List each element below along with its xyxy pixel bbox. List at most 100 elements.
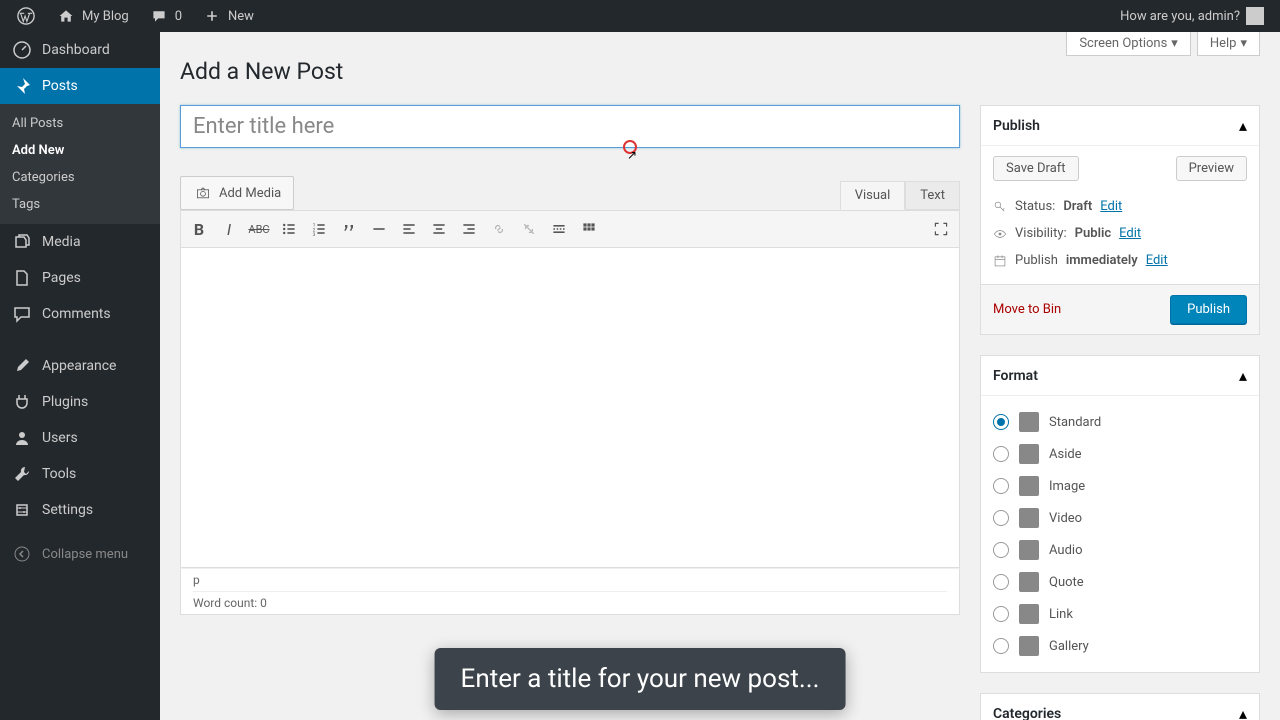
sidebar-sub-add-new[interactable]: Add New xyxy=(0,137,160,164)
tab-text[interactable]: Text xyxy=(905,181,960,210)
plug-icon xyxy=(12,392,32,412)
radio-icon xyxy=(993,510,1009,526)
sidebar-item-appearance[interactable]: Appearance xyxy=(0,348,160,384)
format-option-quote[interactable]: Quote xyxy=(993,566,1247,598)
gear-icon xyxy=(12,500,32,520)
format-option-audio[interactable]: Audio xyxy=(993,534,1247,566)
format-heading[interactable]: Format ▴ xyxy=(981,356,1259,396)
avatar xyxy=(1246,7,1264,25)
sidebar-item-users[interactable]: Users xyxy=(0,420,160,456)
format-option-link[interactable]: Link xyxy=(993,598,1247,630)
format-type-icon xyxy=(1019,508,1039,528)
sidebar-item-label: Plugins xyxy=(42,394,88,410)
sidebar-item-label: Posts xyxy=(42,78,78,94)
site-name: My Blog xyxy=(82,9,129,24)
align-right-button[interactable] xyxy=(455,215,483,243)
sidebar-item-posts[interactable]: Posts xyxy=(0,68,160,104)
toolbar-toggle-button[interactable] xyxy=(575,215,603,243)
sidebar-sub-categories[interactable]: Categories xyxy=(0,164,160,191)
collapse-icon xyxy=(12,544,32,564)
align-center-button[interactable] xyxy=(425,215,453,243)
editor-path: p xyxy=(193,573,947,592)
categories-metabox: Categories ▴ All Categories Most Used xyxy=(980,693,1260,720)
save-draft-button[interactable]: Save Draft xyxy=(993,156,1079,181)
edit-schedule-link[interactable]: Edit xyxy=(1146,253,1168,268)
chevron-up-icon: ▴ xyxy=(1239,704,1247,720)
eye-icon xyxy=(993,227,1007,241)
tab-visual[interactable]: Visual xyxy=(840,181,906,210)
format-type-icon xyxy=(1019,604,1039,624)
radio-icon xyxy=(993,574,1009,590)
media-icon xyxy=(12,232,32,252)
format-type-icon xyxy=(1019,636,1039,656)
new-link[interactable]: New xyxy=(194,0,262,32)
comment-icon xyxy=(149,6,169,26)
edit-visibility-link[interactable]: Edit xyxy=(1119,226,1141,241)
format-option-standard[interactable]: Standard xyxy=(993,406,1247,438)
radio-icon xyxy=(993,638,1009,654)
word-count: Word count: 0 xyxy=(193,596,947,610)
align-left-button[interactable] xyxy=(395,215,423,243)
edit-status-link[interactable]: Edit xyxy=(1100,199,1122,214)
format-option-image[interactable]: Image xyxy=(993,470,1247,502)
wp-logo[interactable] xyxy=(8,0,44,32)
format-type-icon xyxy=(1019,412,1039,432)
admin-topbar: My Blog 0 New How are you, admin? xyxy=(0,0,1280,32)
radio-icon xyxy=(993,478,1009,494)
sidebar-item-label: Media xyxy=(42,234,81,250)
sidebar-item-label: Dashboard xyxy=(42,42,110,58)
categories-heading[interactable]: Categories ▴ xyxy=(981,694,1259,720)
sidebar-sub-all-posts[interactable]: All Posts xyxy=(0,110,160,137)
radio-icon xyxy=(993,446,1009,462)
admin-sidebar: Dashboard Posts All Posts Add New Catego… xyxy=(0,32,160,720)
format-type-icon xyxy=(1019,444,1039,464)
main-content: Screen Options ▾ Help ▾ Add a New Post A… xyxy=(160,32,1280,720)
preview-button[interactable]: Preview xyxy=(1176,156,1247,181)
help-button[interactable]: Help ▾ xyxy=(1197,32,1260,56)
sidebar-item-pages[interactable]: Pages xyxy=(0,260,160,296)
collapse-menu[interactable]: Collapse menu xyxy=(0,536,160,572)
calendar-icon xyxy=(993,254,1007,268)
format-option-gallery[interactable]: Gallery xyxy=(993,630,1247,662)
move-to-bin-link[interactable]: Move to Bin xyxy=(993,302,1061,317)
add-media-button[interactable]: Add Media xyxy=(180,176,294,210)
format-option-aside[interactable]: Aside xyxy=(993,438,1247,470)
publish-button[interactable]: Publish xyxy=(1170,295,1247,324)
sidebar-item-media[interactable]: Media xyxy=(0,224,160,260)
comments-count: 0 xyxy=(175,9,182,24)
sidebar-item-label: Users xyxy=(42,430,78,446)
quote-button[interactable] xyxy=(335,215,363,243)
post-title-input[interactable] xyxy=(180,105,960,148)
chevron-up-icon: ▴ xyxy=(1239,366,1247,385)
publish-heading[interactable]: Publish ▴ xyxy=(981,106,1259,146)
sidebar-item-plugins[interactable]: Plugins xyxy=(0,384,160,420)
site-link[interactable]: My Blog xyxy=(48,0,137,32)
more-button[interactable] xyxy=(545,215,573,243)
sidebar-item-dashboard[interactable]: Dashboard xyxy=(0,32,160,68)
sidebar-sub-tags[interactable]: Tags xyxy=(0,191,160,218)
format-option-video[interactable]: Video xyxy=(993,502,1247,534)
sidebar-item-comments[interactable]: Comments xyxy=(0,296,160,332)
italic-button[interactable]: I xyxy=(215,215,243,243)
screen-options-button[interactable]: Screen Options ▾ xyxy=(1066,32,1191,56)
unlink-button[interactable] xyxy=(515,215,543,243)
comments-link[interactable]: 0 xyxy=(141,0,190,32)
plus-icon xyxy=(202,6,222,26)
svg-text:3: 3 xyxy=(313,232,316,237)
bullet-list-button[interactable] xyxy=(275,215,303,243)
user-greeting[interactable]: How are you, admin? xyxy=(1112,0,1272,32)
radio-icon xyxy=(993,542,1009,558)
editor-toolbar: B I ABC 123 xyxy=(180,210,960,248)
hr-button[interactable] xyxy=(365,215,393,243)
bold-button[interactable]: B xyxy=(185,215,213,243)
sidebar-item-tools[interactable]: Tools xyxy=(0,456,160,492)
home-icon xyxy=(56,6,76,26)
link-button[interactable] xyxy=(485,215,513,243)
strikethrough-button[interactable]: ABC xyxy=(245,215,273,243)
editor-content[interactable] xyxy=(180,248,960,568)
fullscreen-button[interactable] xyxy=(927,215,955,243)
numbered-list-button[interactable]: 123 xyxy=(305,215,333,243)
wrench-icon xyxy=(12,464,32,484)
sidebar-item-settings[interactable]: Settings xyxy=(0,492,160,528)
page-icon xyxy=(12,268,32,288)
